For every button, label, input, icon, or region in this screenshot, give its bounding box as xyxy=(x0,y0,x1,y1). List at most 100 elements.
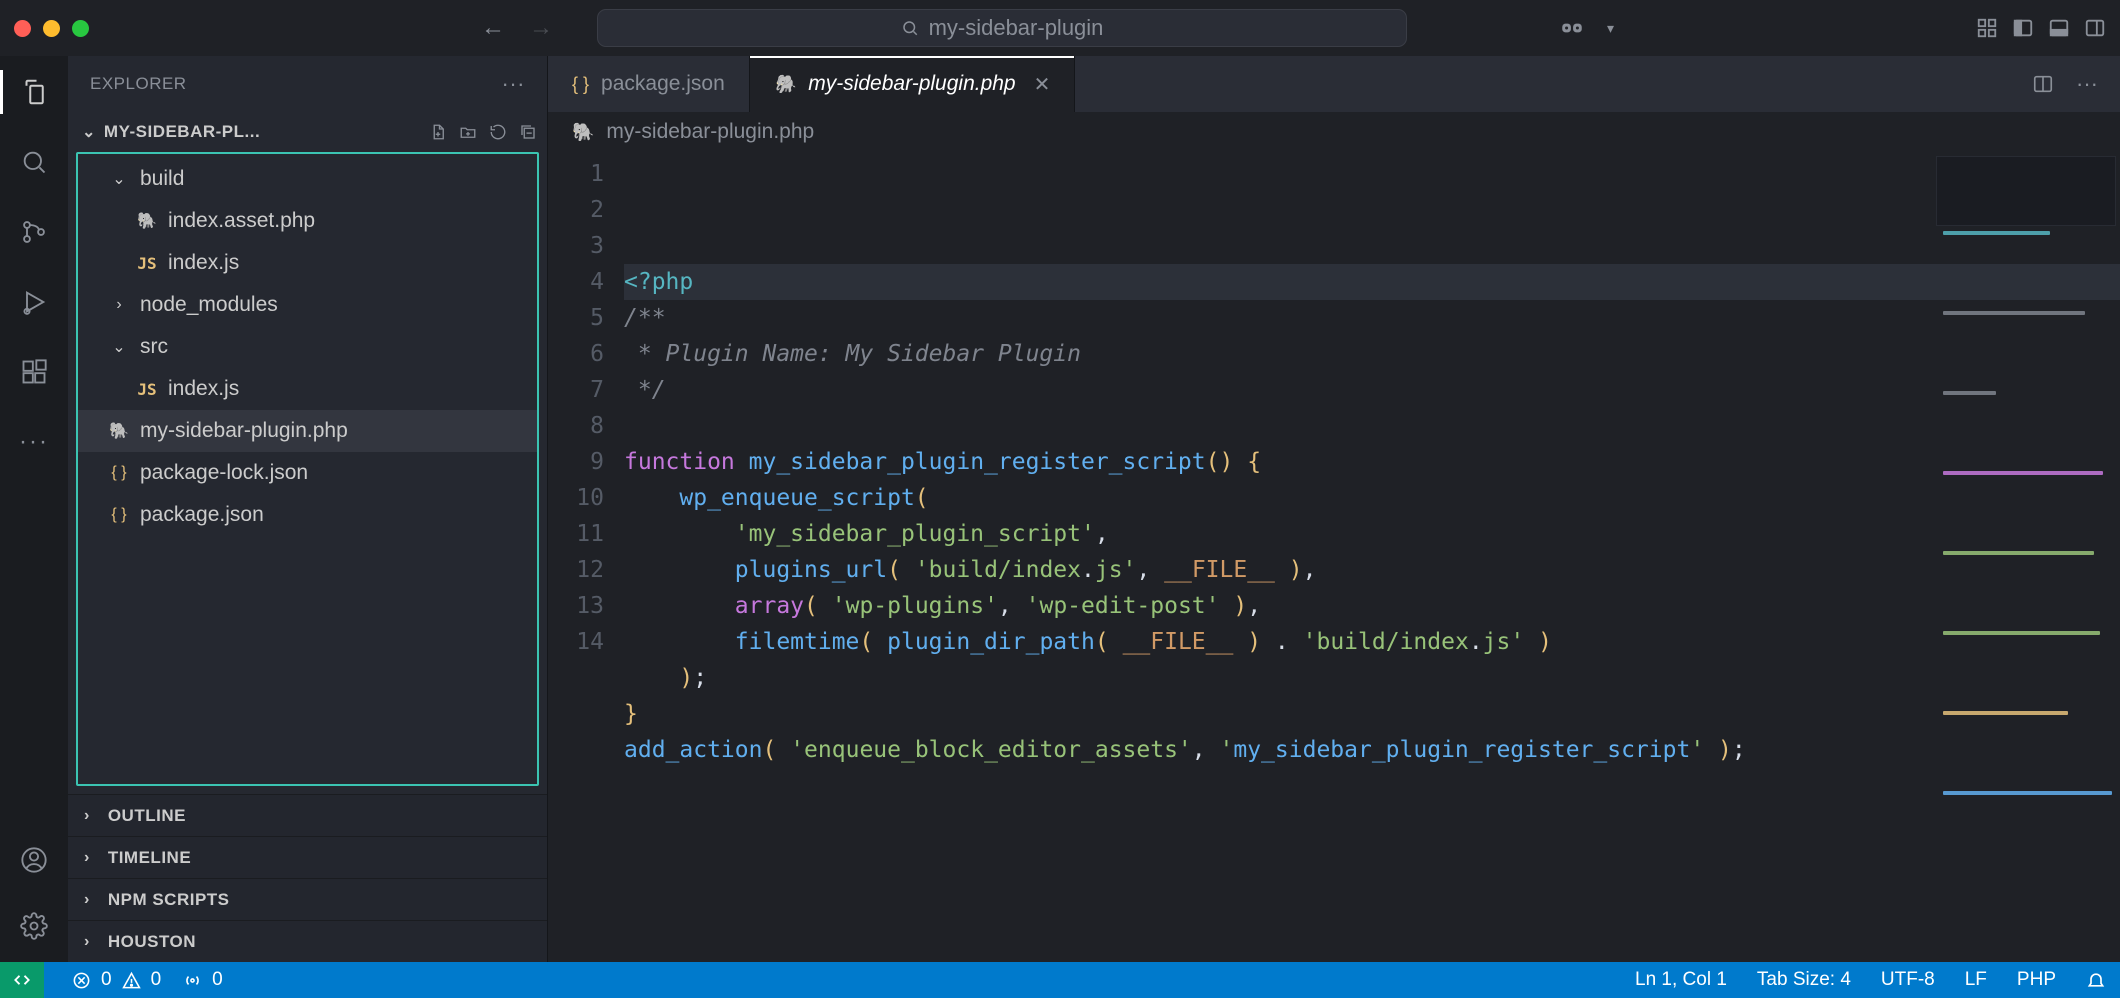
settings-activity-icon[interactable] xyxy=(16,908,52,944)
code-line[interactable]: plugins_url( 'build/index.js', __FILE__ … xyxy=(624,552,2120,588)
sidebar-section-npm-scripts[interactable]: › NPM SCRIPTS xyxy=(68,878,547,920)
new-file-icon[interactable] xyxy=(429,123,447,141)
breadcrumb-text: my-sidebar-plugin.php xyxy=(606,120,814,144)
project-header[interactable]: ⌄ MY-SIDEBAR-PL... xyxy=(68,112,547,152)
refresh-icon[interactable] xyxy=(489,123,507,141)
json-file-icon: { } xyxy=(572,74,589,95)
tree-item-label: build xyxy=(140,167,184,191)
zoom-window-icon[interactable] xyxy=(72,20,89,37)
nav-back-icon[interactable]: ← xyxy=(481,14,505,42)
file-row[interactable]: 🐘 my-sidebar-plugin.php xyxy=(78,410,537,452)
encoding[interactable]: UTF-8 xyxy=(1881,969,1935,991)
minimap[interactable] xyxy=(1936,156,2116,226)
tab-label: my-sidebar-plugin.php xyxy=(808,72,1015,96)
source-control-activity-icon[interactable] xyxy=(16,214,52,250)
code-line[interactable]: filemtime( plugin_dir_path( __FILE__ ) .… xyxy=(624,624,2120,660)
chevron-down-icon: ⌄ xyxy=(82,122,96,142)
remote-indicator[interactable] xyxy=(0,962,44,998)
minimize-window-icon[interactable] xyxy=(43,20,60,37)
toggle-primary-sidebar-icon[interactable] xyxy=(2012,17,2034,39)
new-folder-icon[interactable] xyxy=(459,123,477,141)
section-label: TIMELINE xyxy=(108,848,191,868)
code-line[interactable]: * Plugin Name: My Sidebar Plugin xyxy=(624,336,2120,372)
json-file-icon: { } xyxy=(108,464,130,482)
file-row[interactable]: JS index.js xyxy=(78,368,537,410)
code-line[interactable]: wp_enqueue_script( xyxy=(624,480,2120,516)
nav-forward-icon[interactable]: → xyxy=(529,14,553,42)
json-file-icon: { } xyxy=(108,506,130,524)
folder-row[interactable]: ⌄src xyxy=(78,326,537,368)
js-file-icon: JS xyxy=(136,380,158,399)
language-mode[interactable]: PHP xyxy=(2017,969,2056,991)
code-line[interactable]: ); xyxy=(624,660,2120,696)
sidebar-title: EXPLORER xyxy=(90,74,187,94)
tree-item-label: index.asset.php xyxy=(168,209,315,233)
code-editor[interactable]: 1234567891011121314 <?php/** * Plugin Na… xyxy=(548,152,2120,962)
errors-count: 0 xyxy=(101,969,112,991)
command-center-search[interactable]: my-sidebar-plugin xyxy=(597,9,1407,47)
sidebar-section-timeline[interactable]: ›TIMELINE xyxy=(68,836,547,878)
breadcrumb[interactable]: 🐘 my-sidebar-plugin.php xyxy=(548,112,2120,152)
editor-tab[interactable]: { } package.json xyxy=(548,56,750,112)
layout-customize-icon[interactable] xyxy=(1976,17,1998,39)
code-line[interactable] xyxy=(624,408,2120,444)
chevron-right-icon: › xyxy=(84,891,90,909)
toggle-panel-icon[interactable] xyxy=(2048,17,2070,39)
code-line[interactable]: function my_sidebar_plugin_register_scri… xyxy=(624,444,2120,480)
section-label: NPM SCRIPTS xyxy=(108,890,230,910)
copilot-icon[interactable] xyxy=(1559,15,1585,41)
folder-row[interactable]: ⌄ build xyxy=(78,158,537,200)
split-editor-icon[interactable] xyxy=(2032,73,2054,95)
code-line[interactable]: /** xyxy=(624,300,2120,336)
toggle-secondary-sidebar-icon[interactable] xyxy=(2084,17,2106,39)
code-line[interactable]: add_action( 'enqueue_block_editor_assets… xyxy=(624,732,2120,768)
ports-indicator[interactable]: 0 xyxy=(183,969,223,991)
collapse-all-icon[interactable] xyxy=(519,123,537,141)
editor-tab[interactable]: 🐘 my-sidebar-plugin.php ✕ xyxy=(750,56,1076,112)
tree-item-label: my-sidebar-plugin.php xyxy=(140,419,348,443)
file-row[interactable]: { }package.json xyxy=(78,494,537,536)
sidebar-section-outline[interactable]: ›OUTLINE xyxy=(68,794,547,836)
cursor-position[interactable]: Ln 1, Col 1 xyxy=(1635,969,1727,991)
php-file-icon: 🐘 xyxy=(108,421,130,441)
status-bar: 0 0 0 Ln 1, Col 1 Tab Size: 4 UTF-8 LF P… xyxy=(0,962,2120,998)
close-tab-icon[interactable]: ✕ xyxy=(1034,72,1051,97)
accounts-activity-icon[interactable] xyxy=(16,842,52,878)
close-window-icon[interactable] xyxy=(14,20,31,37)
code-line[interactable]: <?php xyxy=(624,264,2120,300)
php-file-icon: 🐘 xyxy=(774,74,796,95)
eol[interactable]: LF xyxy=(1965,969,1987,991)
code-line[interactable]: 'my_sidebar_plugin_script', xyxy=(624,516,2120,552)
tree-item-label: node_modules xyxy=(140,293,278,317)
code-line[interactable]: array( 'wp-plugins', 'wp-edit-post' ), xyxy=(624,588,2120,624)
extensions-activity-icon[interactable] xyxy=(16,354,52,390)
search-activity-icon[interactable] xyxy=(16,144,52,180)
notifications-icon[interactable] xyxy=(2086,970,2106,990)
chevron-right-icon: › xyxy=(84,933,90,951)
chevron-down-icon: ⌄ xyxy=(108,169,130,189)
sidebar-more-icon[interactable]: ··· xyxy=(502,71,525,97)
tab-label: package.json xyxy=(601,72,725,96)
explorer-activity-icon[interactable] xyxy=(16,74,52,110)
code-line[interactable]: */ xyxy=(624,372,2120,408)
mac-traffic-lights xyxy=(14,20,89,37)
sidebar-section-houston[interactable]: ›HOUSTON xyxy=(68,920,547,962)
file-tree[interactable]: ⌄build🐘index.asset.phpJSindex.js›node_mo… xyxy=(76,152,539,786)
file-row[interactable]: JSindex.js xyxy=(78,242,537,284)
run-debug-activity-icon[interactable] xyxy=(16,284,52,320)
section-label: OUTLINE xyxy=(108,806,186,826)
file-row[interactable]: { }package-lock.json xyxy=(78,452,537,494)
tab-more-icon[interactable]: ··· xyxy=(2076,71,2098,97)
copilot-chevron-icon[interactable]: ▾ xyxy=(1607,20,1614,37)
tree-item-label: index.js xyxy=(168,377,239,401)
editor-tabs: { } package.json 🐘 my-sidebar-plugin.php ✕ ··… xyxy=(548,56,2120,112)
file-row[interactable]: 🐘index.asset.php xyxy=(78,200,537,242)
folder-row[interactable]: ›node_modules xyxy=(78,284,537,326)
ports-count: 0 xyxy=(212,969,223,991)
code-content[interactable]: <?php/** * Plugin Name: My Sidebar Plugi… xyxy=(624,152,2120,962)
code-line[interactable]: } xyxy=(624,696,2120,732)
indentation[interactable]: Tab Size: 4 xyxy=(1757,969,1851,991)
more-activity-icon[interactable]: ··· xyxy=(16,424,52,460)
tree-item-label: src xyxy=(140,335,168,359)
problems-indicator[interactable]: 0 0 xyxy=(72,969,161,991)
